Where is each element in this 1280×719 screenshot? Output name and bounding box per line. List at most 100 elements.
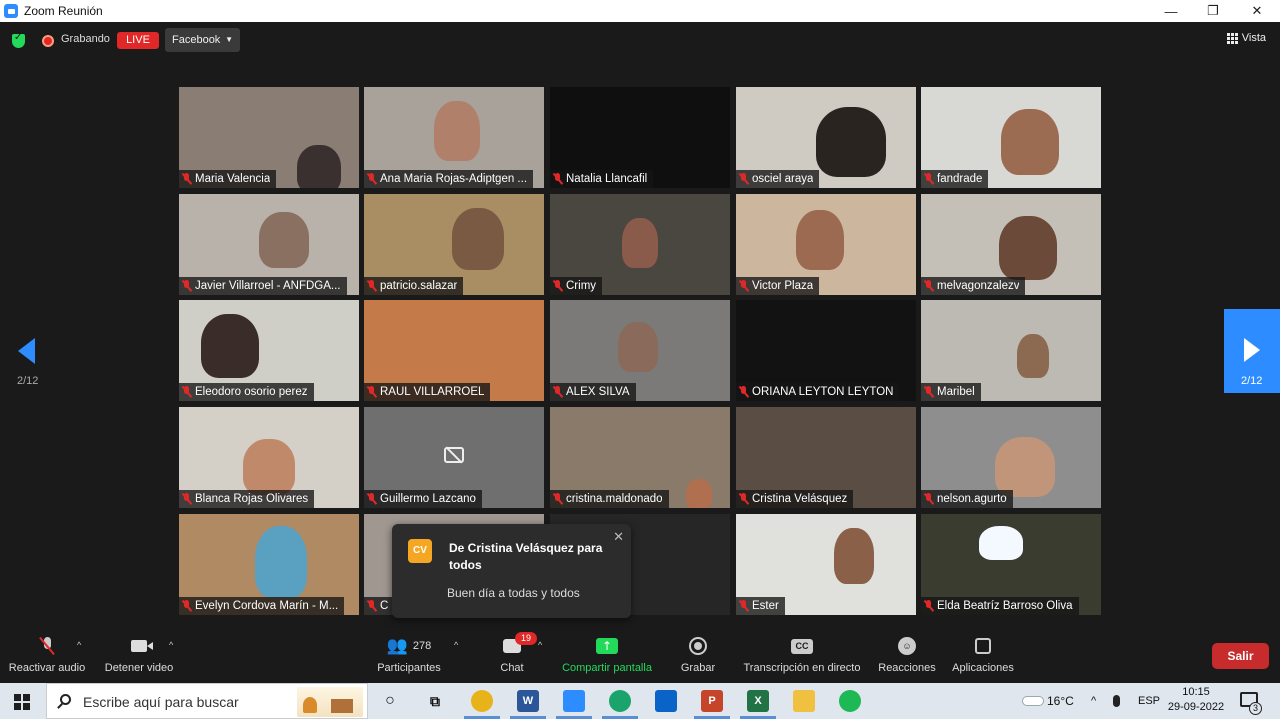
participant-tile[interactable]: Victor Plaza	[736, 194, 916, 295]
file-explorer-icon[interactable]	[793, 690, 815, 712]
leave-meeting-button[interactable]: Salir	[1212, 643, 1269, 669]
excel-icon[interactable]: X	[747, 690, 769, 712]
participant-name-label: Ester	[736, 597, 785, 615]
weather-temp[interactable]: 16°C	[1047, 683, 1074, 719]
spotify-icon[interactable]	[839, 690, 861, 712]
participant-tile[interactable]: Crimy	[550, 194, 730, 295]
microphone-muted-icon	[553, 173, 562, 185]
security-shield-icon[interactable]	[12, 32, 25, 48]
chevron-up-icon[interactable]: ^	[1091, 683, 1096, 719]
participant-tile[interactable]: Blanca Rojas Olivares	[179, 407, 359, 508]
participant-video-subject	[1001, 109, 1059, 175]
next-page-button[interactable]: 2/12	[1224, 309, 1280, 393]
language-indicator[interactable]: ESP	[1138, 683, 1160, 719]
live-transcript-button[interactable]: CC Transcripción en directo	[740, 630, 864, 683]
close-notification-icon[interactable]: ✕	[613, 529, 624, 545]
participant-tile[interactable]: melvagonzalezv	[921, 194, 1101, 295]
participant-name: Crimy	[566, 280, 597, 292]
microphone-muted-icon	[924, 493, 933, 505]
participant-tile[interactable]: fandrade	[921, 87, 1101, 188]
audio-options-caret-icon[interactable]: ^	[77, 640, 81, 650]
microphone-muted-icon	[182, 280, 191, 292]
participant-tile[interactable]: RAUL VILLARROEL	[364, 300, 544, 401]
share-screen-button[interactable]: ↑ Compartir pantalla	[558, 630, 656, 683]
view-button[interactable]: Vista	[1226, 32, 1266, 44]
participant-tile[interactable]: Maria Valencia	[179, 87, 359, 188]
participant-tile[interactable]: nelson.agurto	[921, 407, 1101, 508]
stream-destination-dropdown[interactable]: Facebook ▼	[165, 28, 240, 52]
restore-button[interactable]: ❐	[1190, 0, 1236, 22]
chat-unread-badge: 19	[515, 632, 537, 645]
participant-tile[interactable]: cristina.maldonado	[550, 407, 730, 508]
participant-tile[interactable]: Ana Maria Rojas-Adiptgen ...	[364, 87, 544, 188]
cloud-icon[interactable]	[1018, 683, 1048, 719]
word-icon[interactable]: W	[517, 690, 539, 712]
zoom-icon[interactable]	[563, 690, 585, 712]
powerpoint-icon[interactable]: P	[701, 690, 723, 712]
stream-destination-label: Facebook	[172, 34, 221, 46]
taskbar-clock[interactable]: 10:15 29-09-2022	[1163, 685, 1229, 715]
notifications-count: 3	[1249, 702, 1262, 715]
unmute-button[interactable]: Reactivar audio	[4, 630, 90, 683]
chrome-icon[interactable]	[471, 690, 493, 712]
participant-name-label: Javier Villarroel - ANFDGA...	[179, 277, 347, 295]
participant-tile[interactable]: ALEX SILVA	[550, 300, 730, 401]
minimize-button[interactable]: —	[1148, 0, 1194, 22]
participant-tile[interactable]: Javier Villarroel - ANFDGA...	[179, 194, 359, 295]
microphone-muted-icon	[739, 600, 748, 612]
participant-name: Evelyn Cordova Marín - M...	[195, 600, 339, 612]
participants-icon: 👥	[386, 636, 408, 656]
participant-tile[interactable]: Cristina Velásquez	[736, 407, 916, 508]
share-screen-icon: ↑	[596, 638, 618, 654]
chat-button[interactable]: 19 Chat	[490, 630, 537, 683]
participant-tile[interactable]: patricio.salazar	[364, 194, 544, 295]
participant-tile[interactable]: Maribel	[921, 300, 1101, 401]
reactions-button[interactable]: ☺ Reacciones	[876, 630, 938, 683]
apps-button[interactable]: Aplicaciones	[950, 630, 1016, 683]
smiley-icon: ☺	[898, 637, 916, 655]
record-button[interactable]: Grabar	[676, 630, 720, 683]
participant-tile[interactable]: Eleodoro osorio perez	[179, 300, 359, 401]
chat-options-caret-icon[interactable]: ^	[538, 640, 542, 650]
microphone-tray-icon[interactable]	[1113, 683, 1120, 719]
taskbar-search-box[interactable]: Escribe aquí para buscar	[46, 683, 368, 719]
participants-button[interactable]: 👥 278 Participantes	[370, 630, 448, 683]
close-window-button[interactable]: ✕	[1234, 0, 1280, 22]
mail-icon[interactable]	[655, 690, 677, 712]
grid-view-icon	[1226, 32, 1238, 44]
cortana-icon[interactable]: ○	[379, 690, 401, 712]
participant-name: RAUL VILLARROEL	[380, 386, 485, 398]
arrow-left-icon	[18, 338, 35, 364]
microphone-muted-icon	[367, 600, 376, 612]
participant-name-label: osciel araya	[736, 170, 820, 188]
chat-notification[interactable]: CV De Cristina Velásquez para todos Buen…	[392, 524, 631, 618]
microphone-muted-icon	[182, 173, 191, 185]
participant-video-subject	[255, 526, 307, 598]
participant-tile[interactable]: osciel araya	[736, 87, 916, 188]
participant-tile[interactable]: ORIANA LEYTON LEYTON	[736, 300, 916, 401]
participant-tile[interactable]: Elda Beatríz Barroso Oliva	[921, 514, 1101, 615]
participants-options-caret-icon[interactable]: ^	[454, 640, 458, 650]
participant-tile[interactable]: Natalia Llancafil	[550, 87, 730, 188]
chat-label: Chat	[500, 662, 524, 674]
caret-down-icon: ▼	[225, 35, 233, 44]
stop-video-button[interactable]: Detener video	[100, 630, 178, 683]
participant-tile[interactable]: Evelyn Cordova Marín - M...	[179, 514, 359, 615]
participant-video-subject	[201, 314, 259, 378]
task-view-icon[interactable]: ⧉	[424, 690, 446, 712]
participant-name-label: Elda Beatríz Barroso Oliva	[921, 597, 1079, 615]
participant-tile[interactable]: Ester	[736, 514, 916, 615]
clock-date: 29-09-2022	[1167, 701, 1225, 713]
windows-start-icon[interactable]	[14, 694, 30, 710]
live-badge[interactable]: LIVE	[117, 32, 159, 49]
participant-video-subject	[999, 216, 1057, 280]
participant-name-label: Evelyn Cordova Marín - M...	[179, 597, 345, 615]
microphone-muted-icon	[367, 173, 376, 185]
video-options-caret-icon[interactable]: ^	[169, 640, 173, 650]
participant-name-label: Maribel	[921, 383, 981, 401]
participant-name-label: Victor Plaza	[736, 277, 820, 295]
participant-tile[interactable]: Guillermo Lazcano	[364, 407, 544, 508]
edge-icon[interactable]	[609, 690, 631, 712]
participant-name: fandrade	[937, 173, 983, 185]
participant-name-label: Crimy	[550, 277, 603, 295]
